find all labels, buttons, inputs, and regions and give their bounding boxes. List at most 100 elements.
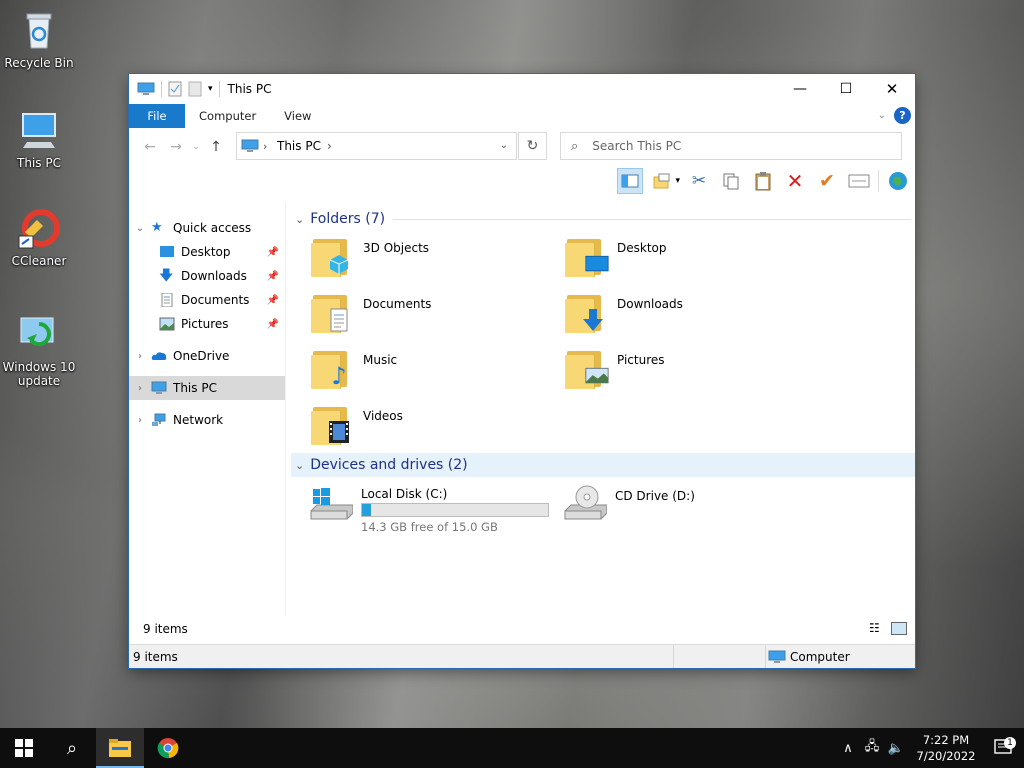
window-title: This PC bbox=[227, 82, 272, 96]
folder-pictures[interactable]: Pictures bbox=[565, 347, 819, 391]
search-icon: ⌕ bbox=[571, 138, 579, 154]
minimize-button[interactable]: — bbox=[777, 74, 823, 104]
desktop-icon-this-pc[interactable]: This PC bbox=[1, 108, 77, 170]
taskbar-file-explorer[interactable] bbox=[96, 728, 144, 768]
show-hidden-icons-chevron-icon[interactable]: ∧ bbox=[836, 741, 860, 756]
nav-onedrive[interactable]: › OneDrive bbox=[129, 344, 285, 368]
breadcrumb-separator[interactable]: › bbox=[263, 140, 267, 153]
pin-icon: 📌 bbox=[266, 246, 279, 258]
address-bar[interactable]: › This PC › ⌄ bbox=[236, 132, 517, 160]
pin-icon: 📌 bbox=[266, 294, 279, 306]
folder-label: Documents bbox=[363, 297, 432, 311]
desktop-icon-ccleaner[interactable]: CCleaner bbox=[1, 206, 77, 268]
recent-locations-chevron-icon[interactable]: ⌄ bbox=[189, 142, 203, 152]
drive-usage-bar bbox=[361, 503, 549, 517]
search-input[interactable]: ⌕ Search This PC bbox=[560, 132, 902, 160]
details-bar: 9 items Computer bbox=[129, 644, 915, 668]
desktop-icon-label: This PC bbox=[17, 156, 61, 170]
desktop-icon-windows-update[interactable]: Windows 10 update bbox=[1, 312, 77, 388]
breadcrumb-separator[interactable]: › bbox=[327, 139, 332, 153]
action-center-button[interactable]: 1 bbox=[984, 737, 1024, 757]
new-item-dropdown-chevron-icon[interactable]: ▾ bbox=[675, 176, 680, 186]
title-bar[interactable]: ▾ This PC — ☐ ✕ bbox=[129, 74, 915, 104]
group-collapse-chevron-icon[interactable]: ⌄ bbox=[295, 459, 304, 472]
tab-file[interactable]: File bbox=[129, 104, 185, 128]
nav-network[interactable]: › Network bbox=[129, 408, 285, 432]
collapsed-chevron-icon[interactable]: › bbox=[129, 351, 151, 362]
clock[interactable]: 7:22 PM 7/20/2022 bbox=[908, 732, 984, 764]
drives-grid: Local Disk (C:) 14.3 GB free of 15.0 GB … bbox=[291, 477, 915, 534]
tab-computer[interactable]: Computer bbox=[185, 104, 270, 128]
volume-icon[interactable]: 🔈 bbox=[884, 741, 908, 756]
drive-free-space: 14.3 GB free of 15.0 GB bbox=[361, 520, 498, 534]
3d-objects-icon bbox=[311, 235, 351, 277]
close-button[interactable]: ✕ bbox=[869, 74, 915, 104]
breadcrumb-this-pc[interactable]: This PC bbox=[277, 139, 321, 153]
nav-quick-access[interactable]: ⌄ ★ Quick access bbox=[129, 216, 285, 240]
navigation-pane-toggle-icon[interactable] bbox=[617, 168, 644, 194]
customize-toolbar-chevron-icon[interactable]: ▾ bbox=[208, 84, 213, 94]
forward-arrow-icon[interactable]: → bbox=[163, 139, 189, 155]
rename-check-icon[interactable]: ✔ bbox=[814, 168, 840, 194]
back-arrow-icon[interactable]: ← bbox=[137, 139, 163, 155]
large-icons-view-icon[interactable] bbox=[891, 622, 907, 635]
folder-videos[interactable]: Videos bbox=[311, 403, 565, 447]
new-folder-icon[interactable] bbox=[188, 81, 202, 97]
help-button[interactable]: ? bbox=[894, 107, 911, 124]
computer-icon bbox=[151, 381, 167, 394]
folder-label: Videos bbox=[363, 409, 403, 423]
local-disk-icon bbox=[309, 483, 354, 523]
network-globe-icon[interactable] bbox=[885, 168, 911, 194]
collapsed-chevron-icon[interactable]: › bbox=[129, 415, 151, 426]
maximize-button[interactable]: ☐ bbox=[823, 74, 869, 104]
folder-label: Downloads bbox=[617, 297, 683, 311]
properties-icon[interactable] bbox=[168, 81, 182, 97]
nav-label: OneDrive bbox=[173, 349, 230, 363]
up-arrow-icon[interactable]: ↑ bbox=[203, 139, 229, 155]
properties-card-icon[interactable] bbox=[846, 168, 872, 194]
expand-ribbon-chevron-icon[interactable]: ⌄ bbox=[878, 110, 886, 121]
windows-logo-icon bbox=[15, 739, 33, 757]
folders-group-header[interactable]: ⌄ Folders (7) bbox=[291, 207, 915, 231]
nav-item-documents[interactable]: Documents 📌 bbox=[129, 288, 285, 312]
nav-this-pc[interactable]: › This PC bbox=[129, 376, 285, 400]
folder-documents[interactable]: Documents bbox=[311, 291, 565, 335]
new-item-icon[interactable] bbox=[649, 168, 675, 194]
divider bbox=[218, 81, 220, 97]
pin-icon: 📌 bbox=[266, 318, 279, 330]
search-placeholder: Search This PC bbox=[592, 139, 682, 153]
expanded-chevron-icon[interactable]: ⌄ bbox=[129, 223, 151, 234]
taskbar-search-button[interactable]: ⌕ bbox=[48, 728, 96, 768]
group-collapse-chevron-icon[interactable]: ⌄ bbox=[295, 213, 304, 226]
nav-item-desktop[interactable]: Desktop 📌 bbox=[129, 240, 285, 264]
devices-group-header[interactable]: ⌄ Devices and drives (2) bbox=[291, 453, 915, 477]
details-view-icon[interactable]: ☷ bbox=[869, 622, 885, 635]
network-status-icon[interactable]: 🖧 bbox=[860, 737, 884, 759]
start-button[interactable] bbox=[0, 728, 48, 768]
cut-icon[interactable]: ✂ bbox=[686, 168, 712, 194]
paste-icon[interactable] bbox=[750, 168, 776, 194]
collapsed-chevron-icon[interactable]: › bbox=[129, 383, 151, 394]
divider bbox=[393, 218, 911, 220]
nav-item-pictures[interactable]: Pictures 📌 bbox=[129, 312, 285, 336]
folder-3d-objects[interactable]: 3D Objects bbox=[311, 235, 565, 279]
clock-date: 7/20/2022 bbox=[916, 749, 976, 763]
desktop-icon-recycle-bin[interactable]: Recycle Bin bbox=[1, 8, 77, 70]
cd-drive-icon bbox=[563, 483, 608, 523]
taskbar-chrome[interactable] bbox=[144, 728, 192, 768]
folder-downloads[interactable]: Downloads bbox=[565, 291, 819, 335]
tab-view[interactable]: View bbox=[270, 104, 325, 128]
address-dropdown-chevron-icon[interactable]: ⌄ bbox=[500, 140, 508, 151]
navigation-pane: ⌄ ★ Quick access Desktop 📌 🡇 Downloads 📌… bbox=[129, 202, 286, 616]
folder-label: Desktop bbox=[617, 241, 667, 255]
nav-item-downloads[interactable]: 🡇 Downloads 📌 bbox=[129, 264, 285, 288]
folder-desktop[interactable]: Desktop bbox=[565, 235, 819, 279]
nav-label: Quick access bbox=[173, 221, 252, 235]
drive-local-c[interactable]: Local Disk (C:) 14.3 GB free of 15.0 GB bbox=[309, 483, 563, 534]
copy-icon[interactable] bbox=[718, 168, 744, 194]
folder-music[interactable]: ♪ Music bbox=[311, 347, 565, 391]
drive-cd-d[interactable]: CD Drive (D:) bbox=[563, 483, 817, 531]
nav-label: Documents bbox=[181, 293, 250, 307]
refresh-button[interactable]: ↻ bbox=[518, 132, 547, 160]
delete-icon[interactable]: ✕ bbox=[782, 168, 808, 194]
